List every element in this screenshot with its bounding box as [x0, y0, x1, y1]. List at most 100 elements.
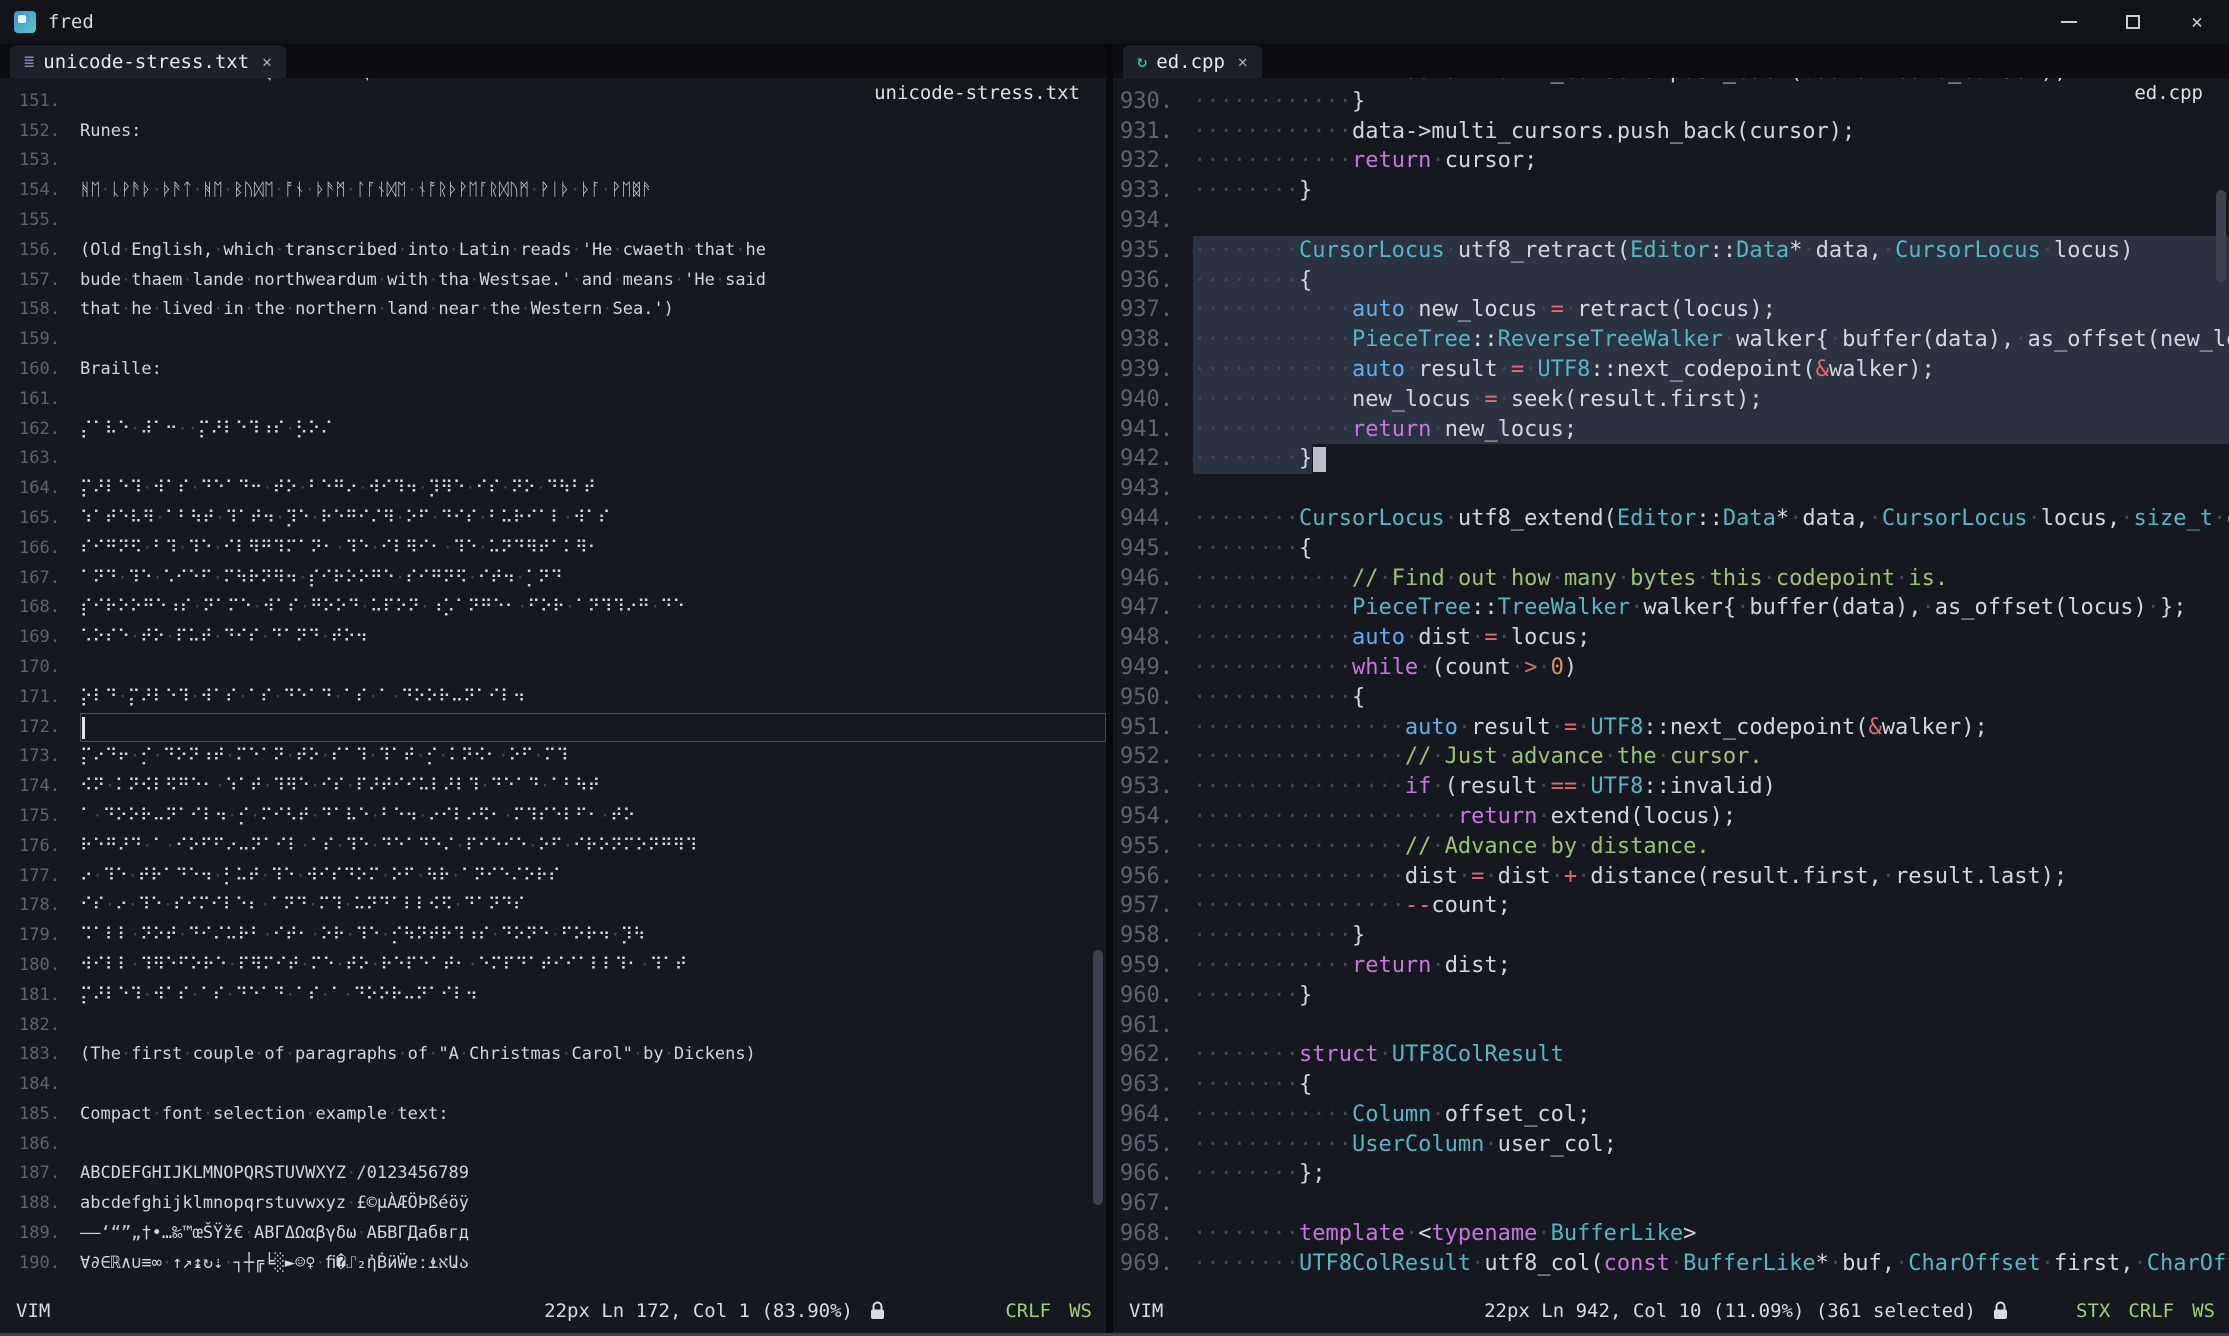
code-line-950[interactable]: 950.············{	[1113, 683, 2229, 713]
code-line-158[interactable]: 158.that·he·lived·in·the·northern·land·n…	[0, 295, 1106, 325]
code-line-946[interactable]: 946.············//·Find·out·how·many·byt…	[1113, 564, 2229, 594]
code-line-968[interactable]: 968.········template·<typename·BufferLik…	[1113, 1219, 2229, 1249]
code-line-190[interactable]: 190.∀∂∈ℝ∧∪≡∞·↑↗↨↻⇣·┐┼╔╘░►☺♀·ﬁ�⑀₂ἠḂӥẄɐː⍎א…	[0, 1249, 1106, 1279]
code-line-173[interactable]: 173.⡍⠔⠙⠖·⡊·⠙⠕⠝⠰⠞·⠍⠑⠁⠝·⠞⠕·⠎⠁⠹·⠹⠁⠞·⡊·⠅⠝⠪⠂·…	[0, 742, 1106, 772]
code-line-969[interactable]: 969.········UTF8ColResult·utf8_col(const…	[1113, 1249, 2229, 1279]
code-line-949[interactable]: 949.············while·(count·>·0)	[1113, 653, 2229, 683]
code-line-961[interactable]: 961.	[1113, 1011, 2229, 1041]
code-line-943[interactable]: 943.	[1113, 474, 2229, 504]
code-line-176[interactable]: 176.⠗⠑⠛⠜⠙·⠁·⠊⠕⠋⠋⠔⠤⠝⠁⠊⠇·⠁⠎·⠹⠑·⠙⠑⠁⠙⠑⠌·⠏⠊⠑⠊…	[0, 832, 1106, 862]
code-line-156[interactable]: 156.(Old·English,·which·transcribed·into…	[0, 236, 1106, 266]
right-code-area[interactable]: 929.················data->multi_cursors.…	[1113, 78, 2229, 1288]
code-line-963[interactable]: 963.········{	[1113, 1070, 2229, 1100]
minimize-button[interactable]	[2037, 0, 2101, 44]
code-line-167[interactable]: 167.⠁⠝⠙·⠹⠑·⠡⠊⠑⠋·⠍⠳⠗⠝⠻⠲·⡎⠊⠗⠕⠕⠛⠑·⠎⠊⠛⠝⠫·⠊⠞⠲…	[0, 564, 1106, 594]
code-token: --	[1405, 893, 1432, 918]
code-line-170[interactable]: 170.	[0, 653, 1106, 683]
code-line-942[interactable]: 942.········}	[1113, 444, 2229, 474]
code-line-952[interactable]: 952.················//·Just·advance·the·…	[1113, 742, 2229, 772]
code-line-175[interactable]: 175.⠁·⠙⠕⠕⠗⠤⠝⠁⠊⠇⠲·⡊·⠍⠊⠣⠞·⠙⠁⠧⠑·⠃⠑⠲·⠔⠊⠇⠔⠫⠂·…	[0, 802, 1106, 832]
tab-close-icon[interactable]: ✕	[1238, 52, 1248, 71]
close-button[interactable]: ✕	[2165, 0, 2229, 44]
code-line-956[interactable]: 956.················dist·=·dist·+·distan…	[1113, 862, 2229, 892]
code-line-169[interactable]: 169.⠡⠕⠎⠑·⠞⠕·⠏⠥⠞·⠙⠊⠎·⠙⠁⠝⠙·⠞⠕⠲	[0, 623, 1106, 653]
code-line-180[interactable]: 180.⠺⠊⠇⠇·⠹⠻⠑⠋⠕⠗⠑·⠏⠻⠍⠊⠞·⠍⠑·⠞⠕·⠗⠑⠏⠑⠁⠞⠂·⠑⠍⠏…	[0, 951, 1106, 981]
code-line-964[interactable]: 964.············Column·offset_col;	[1113, 1100, 2229, 1130]
code-line-948[interactable]: 948.············auto·dist·=·locus;	[1113, 623, 2229, 653]
code-line-931[interactable]: 931.············data->multi_cursors.push…	[1113, 117, 2229, 147]
code-line-161[interactable]: 161.	[0, 385, 1106, 415]
code-line-966[interactable]: 966.········};	[1113, 1159, 2229, 1189]
code-line-939[interactable]: 939.············auto·result·=·UTF8::next…	[1113, 355, 2229, 385]
code-line-954[interactable]: 954.····················return·extend(lo…	[1113, 802, 2229, 832]
code-line-155[interactable]: 155.	[0, 206, 1106, 236]
code-line-932[interactable]: 932.············return·cursor;	[1113, 146, 2229, 176]
code-line-967[interactable]: 967.	[1113, 1189, 2229, 1219]
whitespace-dot: ·	[346, 180, 356, 200]
code-line-953[interactable]: 953.················if·(result·==·UTF8::…	[1113, 772, 2229, 802]
code-line-162[interactable]: 162.⡌⠁⠧⠑·⠼⠁⠒··⡍⠜⠇⠑⠹⠰⠎·⡣⠕⠌	[0, 415, 1106, 445]
maximize-button[interactable]	[2101, 0, 2165, 44]
code-line-944[interactable]: 944.········CursorLocus·utf8_extend(Edit…	[1113, 504, 2229, 534]
code-token: UTF8ColResult	[1299, 1251, 1471, 1276]
code-line-177[interactable]: 177.⠔·⠹⠑·⠞⠗⠁⠙⠑⠲·⡃⠥⠞·⠹⠑·⠺⠊⠎⠙⠕⠍·⠕⠋·⠳⠗·⠁⠝⠊⠑…	[0, 862, 1106, 892]
code-line-934[interactable]: 934.	[1113, 206, 2229, 236]
code-line-172[interactable]: 172.	[0, 713, 1106, 743]
tab-unicode-stress-txt[interactable]: ≣ unicode-stress.txt ✕	[10, 45, 286, 78]
code-line-965[interactable]: 965.············UserColumn·user_col;	[1113, 1130, 2229, 1160]
code-line-159[interactable]: 159.	[0, 325, 1106, 355]
left-scrollbar-thumb[interactable]	[1093, 950, 1103, 1205]
lock-icon[interactable]	[869, 1300, 886, 1321]
left-code-area[interactable]: 150.๏·แล้วสอนว่าอย่าไว้ใจมนุษย์·มันแสนสุ…	[0, 78, 1106, 1288]
code-line-164[interactable]: 164.⡍⠜⠇⠑⠹·⠺⠁⠎·⠙⠑⠁⠙⠒·⠞⠕·⠃⠑⠛⠔·⠺⠊⠹⠲·⡹⠻⠑·⠊⠎·…	[0, 474, 1106, 504]
code-line-960[interactable]: 960.········}	[1113, 981, 2229, 1011]
code-line-937[interactable]: 937.············auto·new_locus·=·retract…	[1113, 295, 2229, 325]
code-line-187[interactable]: 187.ABCDEFGHIJKLMNOPQRSTUVWXYZ·/01234567…	[0, 1159, 1106, 1189]
code-line-941[interactable]: 941.············return·new_locus;	[1113, 415, 2229, 445]
tab-ed-cpp[interactable]: ↻ ed.cpp ✕	[1123, 45, 1262, 78]
code-line-152[interactable]: 152.Runes:	[0, 117, 1106, 147]
pane-divider[interactable]	[1106, 45, 1113, 1333]
code-line-153[interactable]: 153.	[0, 146, 1106, 176]
code-line-936[interactable]: 936.········{	[1113, 266, 2229, 296]
code-line-940[interactable]: 940.············new_locus·=·seek(result.…	[1113, 385, 2229, 415]
code-line-160[interactable]: 160.Braille:	[0, 355, 1106, 385]
code-line-947[interactable]: 947.············PieceTree::TreeWalker·wa…	[1113, 593, 2229, 623]
whitespace-dot: ·	[633, 1044, 643, 1064]
code-line-962[interactable]: 962.········struct·UTF8ColResult	[1113, 1040, 2229, 1070]
code-line-184[interactable]: 184.	[0, 1070, 1106, 1100]
code-line-171[interactable]: 171.⡕⠇⠙·⡍⠜⠇⠑⠹·⠺⠁⠎·⠁⠎·⠙⠑⠁⠙·⠁⠎·⠁·⠙⠕⠕⠗⠤⠝⠁⠊⠇…	[0, 683, 1106, 713]
code-line-955[interactable]: 955.················//·Advance·by·distan…	[1113, 832, 2229, 862]
code-line-957[interactable]: 957.················--count;	[1113, 891, 2229, 921]
code-line-166[interactable]: 166.⠎⠊⠛⠝⠫·⠃⠹·⠹⠑·⠊⠇⠻⠛⠹⠍⠁⠝⠂·⠹⠑·⠊⠇⠻⠊⠂·⠹⠑·⠥⠝…	[0, 534, 1106, 564]
code-line-181[interactable]: 181.⡍⠜⠇⠑⠹·⠺⠁⠎·⠁⠎·⠙⠑⠁⠙·⠁⠎·⠁·⠙⠕⠕⠗⠤⠝⠁⠊⠇⠲	[0, 981, 1106, 1011]
code-line-174[interactable]: 174.⠪⠝·⠅⠝⠪⠇⠫⠛⠑⠂·⠱⠁⠞·⠹⠻⠑·⠊⠎·⠏⠜⠞⠊⠊⠥⠇⠜⠇⠹·⠙⠑…	[0, 772, 1106, 802]
code-line-163[interactable]: 163.	[0, 444, 1106, 474]
code-line-930[interactable]: 930.············}	[1113, 87, 2229, 117]
lock-icon[interactable]	[1992, 1300, 2009, 1321]
code-token: buffer(data),	[1749, 595, 1921, 620]
code-line-958[interactable]: 958.············}	[1113, 921, 2229, 951]
code-line-179[interactable]: 179.⠩⠁⠇⠇·⠝⠕⠞·⠙⠊⠌⠥⠗⠃·⠊⠞⠂·⠕⠗·⠹⠑·⡊⠳⠝⠞⠗⠹⠰⠎·⠙…	[0, 921, 1106, 951]
code-line-929[interactable]: 929.················data->multi_cursors.…	[1113, 78, 2229, 87]
code-line-157[interactable]: 157.bude·thaem·lande·northweardum·with·t…	[0, 266, 1106, 296]
tab-close-icon[interactable]: ✕	[262, 52, 272, 71]
code-line-182[interactable]: 182.	[0, 1011, 1106, 1041]
code-line-154[interactable]: 154.ᚻᛖ·ᚳᚹᚫᚦ·ᚦᚫᛏ·ᚻᛖ·ᛒᚢᛞᛖ·ᚩᚾ·ᚦᚫᛗ·ᛚᚪᚾᛞᛖ·ᚾᚩᚱ…	[0, 176, 1106, 206]
code-line-938[interactable]: 938.············PieceTree::ReverseTreeWa…	[1113, 325, 2229, 355]
right-scrollbar-thumb[interactable]	[2216, 190, 2226, 282]
code-line-951[interactable]: 951.················auto·result·=·UTF8::…	[1113, 713, 2229, 743]
code-line-178[interactable]: 178.⠊⠎·⠔·⠹⠑·⠎⠊⠍⠊⠇⠑⠆·⠁⠝⠙·⠍⠹·⠥⠝⠙⠁⠇⠇⠪⠫·⠙⠁⠝⠙…	[0, 891, 1106, 921]
line-text: ················auto·result·=·UTF8::next…	[1193, 713, 2229, 743]
code-line-189[interactable]: 189.–—‘“”„†•…‰™œŠŸž€·ΑΒΓΔΩαβγδω·АБВГДабв…	[0, 1219, 1106, 1249]
code-line-188[interactable]: 188.abcdefghijklmnopqrstuvwxyz·£©µÀÆÖÞßé…	[0, 1189, 1106, 1219]
code-line-168[interactable]: 168.⡎⠊⠗⠕⠕⠛⠑⠰⠎·⠝⠁⠍⠑·⠺⠁⠎·⠛⠕⠕⠙·⠥⠏⠕⠝·⠰⡡⠁⠝⠛⠑⠂…	[0, 593, 1106, 623]
code-line-933[interactable]: 933.········}	[1113, 176, 2229, 206]
code-line-186[interactable]: 186.	[0, 1130, 1106, 1160]
code-line-183[interactable]: 183.(The·first·couple·of·paragraphs·of·"…	[0, 1040, 1106, 1070]
code-line-959[interactable]: 959.············return·dist;	[1113, 951, 2229, 981]
code-line-935[interactable]: 935.········CursorLocus·utf8_retract(Edi…	[1113, 236, 2229, 266]
code-line-945[interactable]: 945.········{	[1113, 534, 2229, 564]
code-line-185[interactable]: 185.Compact·font·selection·example·text:	[0, 1100, 1106, 1130]
code-line-165[interactable]: 165.⠱⠁⠞⠑⠧⠻·⠁⠃⠳⠞·⠹⠁⠞⠲·⡹⠑·⠗⠑⠛⠊⠌⠻·⠕⠋·⠙⠊⠎·⠃⠥…	[0, 504, 1106, 534]
